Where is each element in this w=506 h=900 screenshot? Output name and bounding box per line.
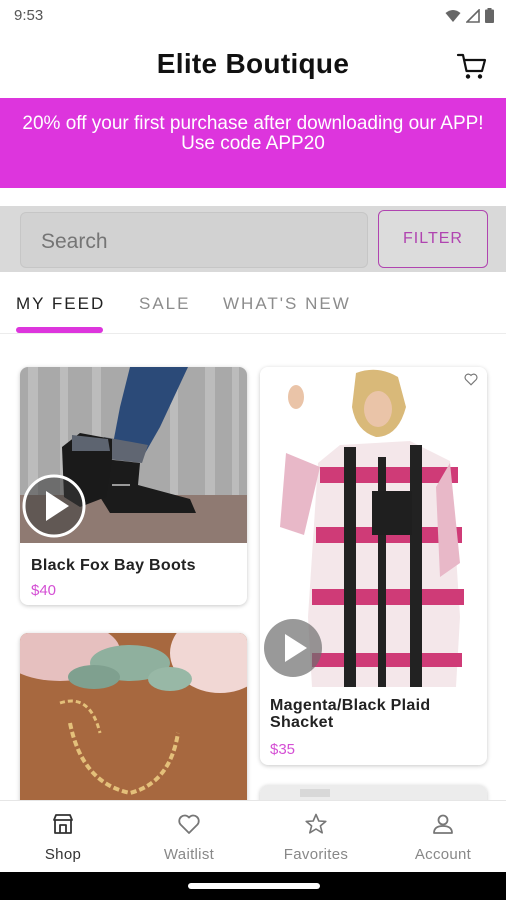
product-card-shacket[interactable]: Magenta/Black Plaid Shacket $35 (260, 367, 487, 765)
search-area: FILTER (0, 206, 506, 272)
product-name: Black Fox Bay Boots (31, 557, 196, 574)
favorite-heart-icon[interactable] (464, 373, 478, 386)
app-header: Elite Boutique (0, 34, 506, 98)
product-card-necklace[interactable] (20, 633, 247, 800)
nav-label: Account (414, 846, 472, 863)
signal-icon (466, 8, 480, 23)
play-video-icon[interactable] (263, 618, 323, 678)
shop-icon (53, 814, 73, 834)
product-price: $35 (270, 741, 296, 758)
nav-shop[interactable]: Shop (0, 801, 126, 873)
product-image-partial[interactable] (260, 785, 487, 800)
active-tab-indicator (16, 327, 103, 333)
nav-account[interactable]: Account (380, 801, 506, 873)
tab-bar: MY FEED SALE WHAT'S NEW (0, 272, 506, 334)
search-box[interactable] (20, 212, 368, 268)
home-gesture-handle[interactable] (188, 883, 320, 889)
tab-my-feed[interactable]: MY FEED (16, 294, 105, 314)
app-title: Elite Boutique (156, 48, 350, 79)
promo-banner[interactable]: 20% off your first purchase after downlo… (0, 98, 506, 188)
search-input[interactable] (41, 230, 341, 254)
product-name: Magenta/Black Plaid Shacket (270, 697, 431, 731)
product-card-partial[interactable] (260, 785, 487, 800)
nav-favorites[interactable]: Favorites (253, 801, 379, 873)
nav-label: Waitlist (163, 846, 215, 863)
product-image-necklace[interactable] (20, 633, 247, 800)
tab-sale[interactable]: SALE (139, 294, 190, 314)
product-price: $40 (31, 582, 57, 599)
wifi-icon (445, 9, 461, 22)
bottom-nav: Shop Waitlist Favorites Account (0, 800, 506, 872)
person-icon (433, 814, 453, 834)
star-icon (305, 813, 327, 834)
heart-icon (178, 814, 200, 834)
battery-icon (485, 8, 494, 23)
system-nav-bar (0, 872, 506, 900)
filter-button[interactable]: FILTER (378, 210, 488, 268)
status-icons (445, 8, 494, 23)
status-time: 9:53 (14, 7, 44, 24)
nav-waitlist[interactable]: Waitlist (126, 801, 252, 873)
cart-button[interactable] (456, 50, 488, 82)
cart-icon (456, 53, 487, 79)
promo-line-2: Use code APP20 (181, 133, 325, 154)
play-video-icon[interactable] (22, 474, 86, 538)
status-bar: 9:53 (0, 0, 506, 34)
nav-label: Shop (44, 846, 82, 863)
nav-label: Favorites (283, 846, 349, 863)
tab-whats-new[interactable]: WHAT'S NEW (223, 294, 351, 314)
product-card-boots[interactable]: Black Fox Bay Boots $40 (20, 367, 247, 605)
product-feed[interactable]: Black Fox Bay Boots $40 Magenta/Black Pl… (0, 334, 506, 800)
promo-line-1: 20% off your first purchase after downlo… (22, 113, 484, 134)
